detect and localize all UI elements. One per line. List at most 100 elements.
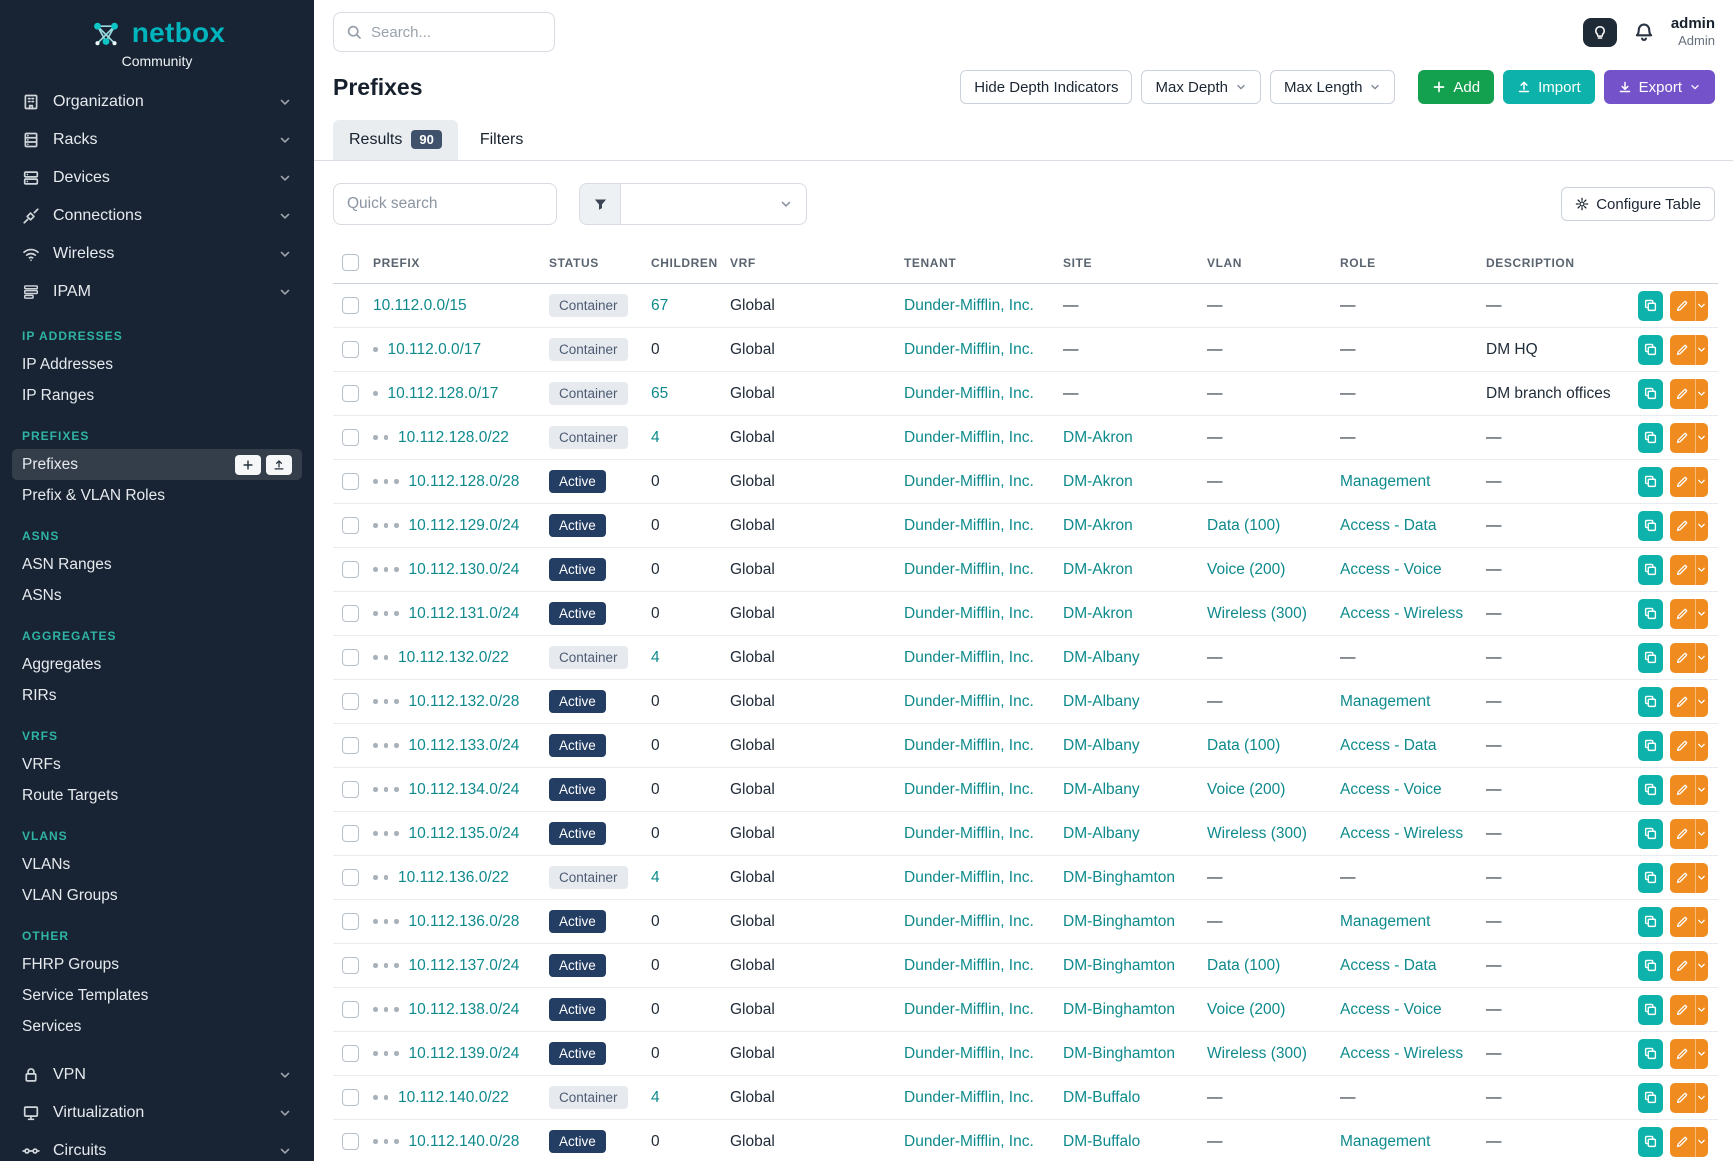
row-checkbox[interactable]	[342, 473, 359, 490]
edit-dropdown-toggle[interactable]	[1695, 511, 1708, 541]
site-link[interactable]: DM-Albany	[1063, 737, 1140, 754]
edit-button[interactable]	[1670, 379, 1695, 409]
edit-button[interactable]	[1670, 1083, 1695, 1113]
prefix-link[interactable]: 10.112.136.0/22	[398, 869, 509, 886]
edit-button[interactable]	[1670, 467, 1695, 497]
tenant-link[interactable]: Dunder-Mifflin, Inc.	[904, 605, 1034, 622]
clone-button[interactable]	[1638, 731, 1663, 761]
theme-toggle-button[interactable]	[1583, 18, 1617, 47]
site-link[interactable]: DM-Buffalo	[1063, 1089, 1140, 1106]
edit-dropdown-toggle[interactable]	[1695, 335, 1708, 365]
vlan-link[interactable]: Wireless (300)	[1207, 825, 1307, 842]
role-link[interactable]: Access - Voice	[1340, 1001, 1442, 1018]
sidebar-item-vlans[interactable]: VLANs	[12, 849, 302, 880]
edit-dropdown-toggle[interactable]	[1695, 907, 1708, 937]
site-link[interactable]: DM-Akron	[1063, 517, 1133, 534]
edit-button[interactable]	[1670, 1127, 1695, 1157]
column-header-role[interactable]: ROLE	[1340, 241, 1486, 284]
column-header-children[interactable]: CHILDREN	[651, 241, 730, 284]
row-checkbox[interactable]	[342, 1089, 359, 1106]
row-checkbox[interactable]	[342, 1001, 359, 1018]
edit-button[interactable]	[1670, 995, 1695, 1025]
sidebar-item-ip-addresses[interactable]: IP Addresses	[12, 349, 302, 380]
role-link[interactable]: Management	[1340, 913, 1430, 930]
column-header-vrf[interactable]: VRF	[730, 241, 904, 284]
tenant-link[interactable]: Dunder-Mifflin, Inc.	[904, 473, 1034, 490]
clone-button[interactable]	[1638, 819, 1663, 849]
site-link[interactable]: DM-Albany	[1063, 649, 1140, 666]
edit-button[interactable]	[1670, 291, 1695, 321]
prefix-link[interactable]: 10.112.129.0/24	[409, 517, 520, 534]
row-checkbox[interactable]	[342, 341, 359, 358]
role-link[interactable]: Access - Wireless	[1340, 1045, 1463, 1062]
sidebar-item-virtualization[interactable]: Virtualization	[12, 1094, 302, 1132]
row-checkbox[interactable]	[342, 605, 359, 622]
role-link[interactable]: Access - Voice	[1340, 781, 1442, 798]
global-search-input[interactable]	[371, 24, 542, 41]
clone-button[interactable]	[1638, 335, 1663, 365]
prefix-link[interactable]: 10.112.134.0/24	[409, 781, 520, 798]
sidebar-item-vpn[interactable]: VPN	[12, 1056, 302, 1094]
row-checkbox[interactable]	[342, 957, 359, 974]
edit-dropdown-toggle[interactable]	[1695, 951, 1708, 981]
edit-button[interactable]	[1670, 907, 1695, 937]
sidebar-item-services[interactable]: Services	[12, 1011, 302, 1042]
prefix-link[interactable]: 10.112.132.0/28	[409, 693, 520, 710]
row-checkbox[interactable]	[342, 517, 359, 534]
role-link[interactable]: Management	[1340, 1133, 1430, 1150]
clone-button[interactable]	[1638, 291, 1663, 321]
tenant-link[interactable]: Dunder-Mifflin, Inc.	[904, 693, 1034, 710]
add-button[interactable]: Add	[1418, 70, 1494, 104]
tenant-link[interactable]: Dunder-Mifflin, Inc.	[904, 1001, 1034, 1018]
row-checkbox[interactable]	[342, 385, 359, 402]
sidebar-item-asns[interactable]: ASNs	[12, 580, 302, 611]
children-count-link[interactable]: 4	[651, 649, 660, 666]
site-link[interactable]: DM-Binghamton	[1063, 869, 1175, 886]
tab-results[interactable]: Results 90	[333, 120, 458, 160]
row-checkbox[interactable]	[342, 1045, 359, 1062]
prefix-link[interactable]: 10.112.0.0/15	[373, 297, 467, 314]
notifications-bell-icon[interactable]	[1633, 21, 1655, 43]
clone-button[interactable]	[1638, 379, 1663, 409]
tenant-link[interactable]: Dunder-Mifflin, Inc.	[904, 517, 1034, 534]
site-link[interactable]: DM-Binghamton	[1063, 957, 1175, 974]
sidebar-item-wireless[interactable]: Wireless	[12, 235, 302, 273]
global-search[interactable]	[333, 12, 555, 52]
role-link[interactable]: Access - Wireless	[1340, 825, 1463, 842]
prefix-link[interactable]: 10.112.131.0/24	[409, 605, 520, 622]
row-checkbox[interactable]	[342, 693, 359, 710]
children-count-link[interactable]: 67	[651, 297, 668, 314]
sidebar-item-racks[interactable]: Racks	[12, 121, 302, 159]
clone-button[interactable]	[1638, 511, 1663, 541]
prefix-link[interactable]: 10.112.128.0/17	[388, 385, 499, 402]
sidebar-item-vrfs[interactable]: VRFs	[12, 749, 302, 780]
saved-filter-select[interactable]	[621, 183, 807, 225]
row-checkbox[interactable]	[342, 561, 359, 578]
edit-button[interactable]	[1670, 643, 1695, 673]
row-checkbox[interactable]	[342, 1133, 359, 1150]
edit-dropdown-toggle[interactable]	[1695, 1083, 1708, 1113]
row-checkbox[interactable]	[342, 825, 359, 842]
clone-button[interactable]	[1638, 1127, 1663, 1157]
role-link[interactable]: Access - Data	[1340, 517, 1436, 534]
vlan-link[interactable]: Data (100)	[1207, 517, 1280, 534]
edit-dropdown-toggle[interactable]	[1695, 819, 1708, 849]
vlan-link[interactable]: Wireless (300)	[1207, 605, 1307, 622]
role-link[interactable]: Access - Wireless	[1340, 605, 1463, 622]
edit-button[interactable]	[1670, 335, 1695, 365]
row-checkbox[interactable]	[342, 297, 359, 314]
sidebar-item-vlan-groups[interactable]: VLAN Groups	[12, 880, 302, 911]
tenant-link[interactable]: Dunder-Mifflin, Inc.	[904, 825, 1034, 842]
edit-button[interactable]	[1670, 775, 1695, 805]
edit-dropdown-toggle[interactable]	[1695, 599, 1708, 629]
edit-button[interactable]	[1670, 423, 1695, 453]
edit-dropdown-toggle[interactable]	[1695, 687, 1708, 717]
site-link[interactable]: DM-Akron	[1063, 473, 1133, 490]
edit-dropdown-toggle[interactable]	[1695, 423, 1708, 453]
edit-dropdown-toggle[interactable]	[1695, 995, 1708, 1025]
tenant-link[interactable]: Dunder-Mifflin, Inc.	[904, 341, 1034, 358]
clone-button[interactable]	[1638, 1039, 1663, 1069]
edit-dropdown-toggle[interactable]	[1695, 467, 1708, 497]
edit-dropdown-toggle[interactable]	[1695, 1127, 1708, 1157]
configure-table-button[interactable]: Configure Table	[1561, 187, 1715, 221]
